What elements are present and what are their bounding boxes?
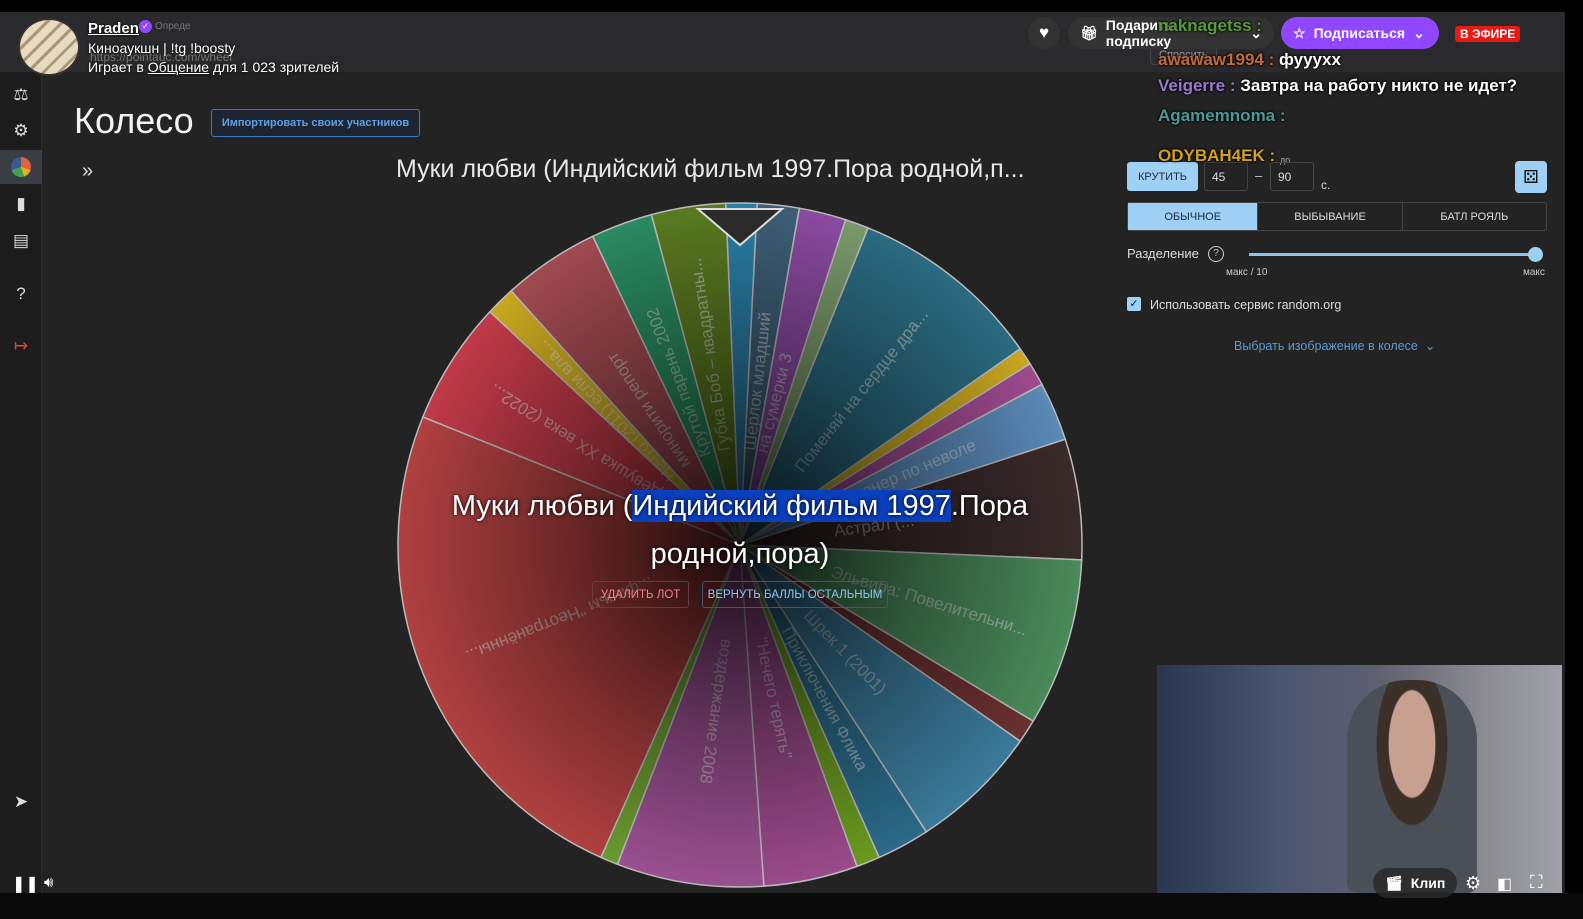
range-dash: – xyxy=(1255,168,1263,183)
winner-text-b: .Пора xyxy=(950,490,1029,522)
channel-name[interactable]: Praden xyxy=(88,20,139,37)
playing-prefix: Играет в xyxy=(88,59,144,75)
clipboard-icon[interactable]: ▤ xyxy=(0,224,42,258)
split-min-label: макс / 10 xyxy=(1226,267,1268,278)
chat-message: Agamemnoma : xyxy=(1158,106,1286,126)
import-participants-button[interactable]: Импортировать своих участников xyxy=(211,109,420,137)
stream-title: Киноаукшн | !tg !boosty xyxy=(88,40,236,56)
tab-elimination[interactable]: ВЫБЫВАНИЕ xyxy=(1258,203,1403,230)
mode-tabs: ОБЫЧНОЕ ВЫБЫВАНИЕ БАТЛ РОЯЛЬ xyxy=(1127,202,1547,231)
chat-message: naknagetss : xyxy=(1158,16,1262,36)
gear-icon[interactable]: ⚙ xyxy=(0,114,42,148)
telegram-icon[interactable]: ➤ xyxy=(0,785,42,819)
help-icon[interactable]: ? xyxy=(0,277,42,311)
subscribe-button[interactable]: ☆ Подписаться ⌄ xyxy=(1281,17,1439,49)
min-duration-input[interactable]: 45 xyxy=(1204,162,1248,191)
logout-icon[interactable]: ↦ xyxy=(0,329,42,363)
random-org-checkbox[interactable]: ✓ xyxy=(1127,297,1141,311)
pause-icon[interactable]: ❚❚ xyxy=(12,874,39,894)
expand-icon[interactable]: » xyxy=(82,160,93,183)
clip-label: Клип xyxy=(1410,875,1446,891)
winner-text-line2: родной,пора) xyxy=(650,538,830,570)
winner-text: Муки любви (Индийский фильм 1997.Пора род… xyxy=(420,482,1060,578)
fullscreen-icon[interactable]: ⛶ xyxy=(1530,872,1543,893)
split-label: Разделение xyxy=(1127,246,1199,261)
chat-message: awawaw1994 : фуууxx xyxy=(1158,50,1341,70)
selected-text: Индийский фильм 1997 xyxy=(632,490,951,522)
theatre-mode-icon[interactable]: ◧ xyxy=(1497,874,1512,894)
gavel-icon[interactable]: ⚖ xyxy=(0,78,42,112)
max-duration-input[interactable]: 90 xyxy=(1270,162,1314,191)
clapperboard-icon: 🎬︎ xyxy=(1385,874,1403,891)
winner-text-a: Муки любви ( xyxy=(451,490,633,522)
clip-button[interactable]: 🎬︎ Клип xyxy=(1373,868,1458,898)
chevron-down-icon: ⌄ xyxy=(1421,339,1436,353)
top-bar xyxy=(0,0,1583,12)
subscribe-label: Подписаться xyxy=(1313,25,1406,41)
verified-icon: ✓ xyxy=(139,20,152,33)
delete-lot-button[interactable]: УДАЛИТЬ ЛОТ xyxy=(592,581,689,608)
streamer xyxy=(1347,680,1477,893)
chat-username[interactable]: naknagetss : xyxy=(1158,16,1262,35)
player-bar xyxy=(0,893,1583,919)
chart-icon[interactable]: ▮ xyxy=(0,187,42,221)
heart-icon[interactable]: ♥ xyxy=(1028,17,1060,49)
browser-tab[interactable]: Опреде xyxy=(155,21,191,32)
chat-text: фуууxx xyxy=(1278,50,1341,69)
split-slider-handle[interactable] xyxy=(1528,247,1543,262)
sidebar: ⚖ ⚙ ▮ ▤ ? ↦ ➤ xyxy=(0,72,42,893)
gift-icon: 🎁︎ xyxy=(1080,24,1098,41)
winner-header: Муки любви (Индийский фильм 1997.Пора ро… xyxy=(396,155,1025,183)
live-badge: В ЭФИРЕ xyxy=(1455,26,1521,42)
seconds-unit: с. xyxy=(1321,178,1331,192)
stream-meta: Играет в Общение для 1 023 зрителей xyxy=(88,59,339,75)
settings-icon[interactable]: ⚙ xyxy=(1465,873,1481,894)
spin-button[interactable]: КРУТИТЬ xyxy=(1127,162,1198,191)
chevron-down-icon: ⌄ xyxy=(1413,24,1425,41)
help-circle-icon[interactable]: ? xyxy=(1208,246,1224,262)
star-icon: ☆ xyxy=(1293,24,1306,41)
chat-username[interactable]: awawaw1994 : xyxy=(1158,50,1279,69)
chat-message: Veigerre : Завтра на работу никто не иде… xyxy=(1158,76,1517,96)
chat-username[interactable]: Veigerre : xyxy=(1158,76,1240,95)
wheel-icon[interactable] xyxy=(0,150,42,184)
dice-icon[interactable]: ⚄ xyxy=(1515,161,1547,193)
random-org-label: Использовать сервис random.org xyxy=(1150,298,1342,312)
avatar[interactable] xyxy=(18,18,80,76)
image-select-link[interactable]: Выбрать изображение в колесе ⌄ xyxy=(1234,338,1435,353)
viewer-count: для 1 023 зрителей xyxy=(213,59,340,75)
split-max-label: макс xyxy=(1523,267,1545,278)
chat-username[interactable]: Agamemnoma : xyxy=(1158,106,1286,125)
chat-username[interactable]: ODYBAH4EK : xyxy=(1158,146,1275,165)
return-points-button[interactable]: ВЕРНУТЬ БАЛЛЫ ОСТАЛЬНЫМ xyxy=(702,581,888,608)
category-link[interactable]: Общение xyxy=(148,59,209,75)
image-select-label: Выбрать изображение в колесе xyxy=(1234,339,1418,353)
chat-message: ODYBAH4EK : xyxy=(1158,146,1275,166)
volume-icon[interactable]: 🔊︎ xyxy=(44,874,53,891)
chat-text: Завтра на работу никто не идет? xyxy=(1240,76,1518,95)
tab-battle-royale[interactable]: БАТЛ РОЯЛЬ xyxy=(1403,203,1546,230)
tab-normal[interactable]: ОБЫЧНОЕ xyxy=(1128,203,1259,230)
webcam-video xyxy=(1157,665,1562,893)
page-title: Колесо xyxy=(74,100,194,141)
split-slider[interactable] xyxy=(1249,253,1536,256)
